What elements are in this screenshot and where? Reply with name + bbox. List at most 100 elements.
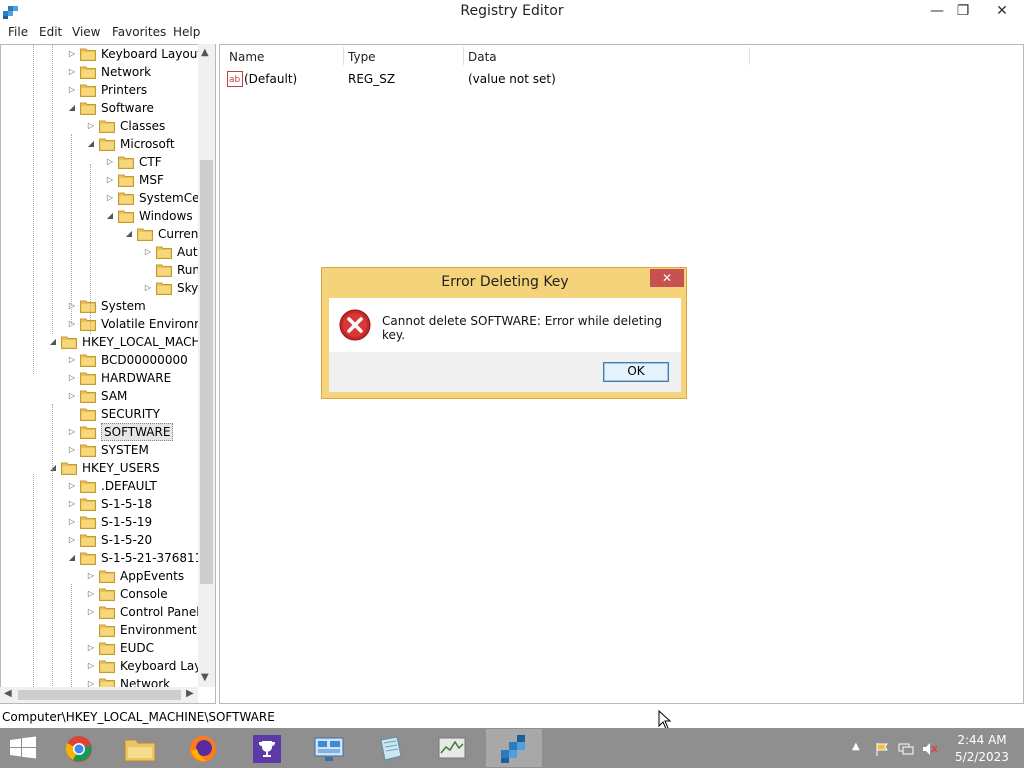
expand-icon[interactable]: ▷ [67,387,77,405]
tree-item[interactable]: ▷ Printers [0,81,198,99]
tree-item[interactable]: ▷ BCD00000000 [0,351,198,369]
column-divider[interactable] [463,47,464,65]
expand-icon[interactable]: ▷ [67,63,77,81]
scroll-right-icon[interactable]: ▶ [186,688,194,699]
expand-icon[interactable]: ▷ [67,297,77,315]
expand-icon[interactable]: ▷ [143,279,153,297]
collapse-icon[interactable]: ◢ [67,549,77,567]
tree-item[interactable]: ▷ SystemCertific [0,189,198,207]
tree-item[interactable]: ◢ S-1-5-21-3768117415- [0,549,198,567]
windows-start-icon[interactable] [8,736,38,760]
tree-item[interactable]: ▷ System [0,297,198,315]
expand-icon[interactable]: ▷ [86,639,96,657]
collapse-icon[interactable]: ◢ [86,135,96,153]
tree-item[interactable]: ▷ SAM [0,387,198,405]
expand-icon[interactable]: ▷ [67,315,77,333]
column-divider[interactable] [749,47,750,65]
volume-muted-icon[interactable] [922,742,938,756]
taskbar-monitor-app[interactable] [424,729,480,767]
collapse-icon[interactable]: ◢ [48,459,58,477]
expand-icon[interactable]: ▷ [67,441,77,459]
tree-item[interactable]: ▷ AppEvents [0,567,198,585]
expand-icon[interactable]: ▷ [143,243,153,261]
tree-item[interactable]: ▷ S-1-5-19 [0,513,198,531]
taskbar-regedit[interactable] [486,729,542,767]
scroll-up-icon[interactable]: ▲ [201,47,209,58]
column-divider[interactable] [343,47,344,65]
tree-item[interactable]: ◢ HKEY_USERS [0,459,198,477]
collapse-icon[interactable]: ◢ [48,333,58,351]
collapse-icon[interactable]: ◢ [105,207,115,225]
tree-item[interactable]: ▷ HARDWARE [0,369,198,387]
expand-icon[interactable]: ▷ [67,423,77,441]
tree-item[interactable]: ◢ HKEY_LOCAL_MACHINE [0,333,198,351]
tree-item[interactable]: ▷ SOFTWARE [0,423,198,441]
column-name[interactable]: Name [229,50,264,64]
collapse-icon[interactable]: ◢ [67,99,77,117]
expand-icon[interactable]: ▷ [86,585,96,603]
expand-icon[interactable]: ▷ [67,351,77,369]
expand-icon[interactable]: ▷ [67,81,77,99]
expand-icon[interactable]: ▷ [86,657,96,675]
tree-item[interactable]: ▷ Console [0,585,198,603]
tree-item[interactable]: Environment [0,621,198,639]
tree-item[interactable]: ▷ Control Panel [0,603,198,621]
taskbar-file-explorer[interactable] [112,729,168,767]
tree-hscroll-thumb[interactable] [18,690,181,700]
tree-item[interactable]: ▷ Network [0,63,198,81]
tree-item[interactable]: ◢ CurrentVer [0,225,198,243]
tree-item[interactable]: ▷ MSF [0,171,198,189]
taskbar-network-app[interactable] [301,729,357,767]
tree-item[interactable]: ▷ Skydriv [0,279,198,297]
tree-item[interactable]: SECURITY [0,405,198,423]
menu-help[interactable]: Help [173,25,200,39]
tree-scroll-thumb[interactable] [200,160,213,584]
collapse-icon[interactable]: ◢ [124,225,134,243]
dialog-close-button[interactable]: ✕ [650,269,684,287]
expand-icon[interactable]: ▷ [67,495,77,513]
taskbar-firefox[interactable] [176,729,232,767]
tree-item[interactable]: ▷ Network [0,675,198,687]
expand-icon[interactable]: ▷ [67,369,77,387]
menu-file[interactable]: File [8,25,28,39]
column-type[interactable]: Type [348,50,376,64]
menu-view[interactable]: View [72,25,100,39]
taskbar-trophy-app[interactable] [239,729,295,767]
tree-item[interactable]: ▷ S-1-5-18 [0,495,198,513]
tree-item[interactable]: ◢ Microsoft [0,135,198,153]
menu-favorites[interactable]: Favorites [112,25,166,39]
tree-item[interactable]: ◢ Software [0,99,198,117]
taskbar-chrome[interactable] [52,729,108,767]
tree-item[interactable]: ▷ .DEFAULT [0,477,198,495]
tree-item[interactable]: ▷ Keyboard Layout [0,657,198,675]
expand-icon[interactable]: ▷ [67,531,77,549]
menu-edit[interactable]: Edit [39,25,62,39]
expand-icon[interactable]: ▷ [86,567,96,585]
expand-icon[interactable]: ▷ [67,513,77,531]
tree-item[interactable]: ▷ Volatile Environment [0,315,198,333]
scroll-left-icon[interactable]: ◀ [4,688,12,699]
clock-time[interactable]: 2:44 AM [950,733,1014,747]
tree-item[interactable]: ▷ Classes [0,117,198,135]
maximize-button[interactable]: ❐ [948,0,978,22]
tree-item[interactable]: ▷ SYSTEM [0,441,198,459]
clock-date[interactable]: 5/2/2023 [950,750,1014,764]
scroll-down-icon[interactable]: ▼ [201,672,209,683]
tree-item[interactable]: ◢ Windows [0,207,198,225]
tree-item[interactable]: ▷ EUDC [0,639,198,657]
expand-icon[interactable]: ▷ [105,153,115,171]
expand-icon[interactable]: ▷ [105,189,115,207]
column-data[interactable]: Data [468,50,497,64]
expand-icon[interactable]: ▷ [67,477,77,495]
close-button[interactable]: ✕ [980,0,1024,22]
ok-button[interactable]: OK [603,362,669,382]
expand-icon[interactable]: ▷ [86,603,96,621]
expand-icon[interactable]: ▷ [86,117,96,135]
expand-icon[interactable]: ▷ [86,675,96,687]
expand-icon[interactable]: ▷ [67,45,77,63]
tree-item[interactable]: ▷ S-1-5-20 [0,531,198,549]
action-center-flag-icon[interactable] [874,742,890,756]
expand-icon[interactable]: ▷ [105,171,115,189]
tree-item[interactable]: ▷ Authen [0,243,198,261]
tree-item[interactable]: Run [0,261,198,279]
